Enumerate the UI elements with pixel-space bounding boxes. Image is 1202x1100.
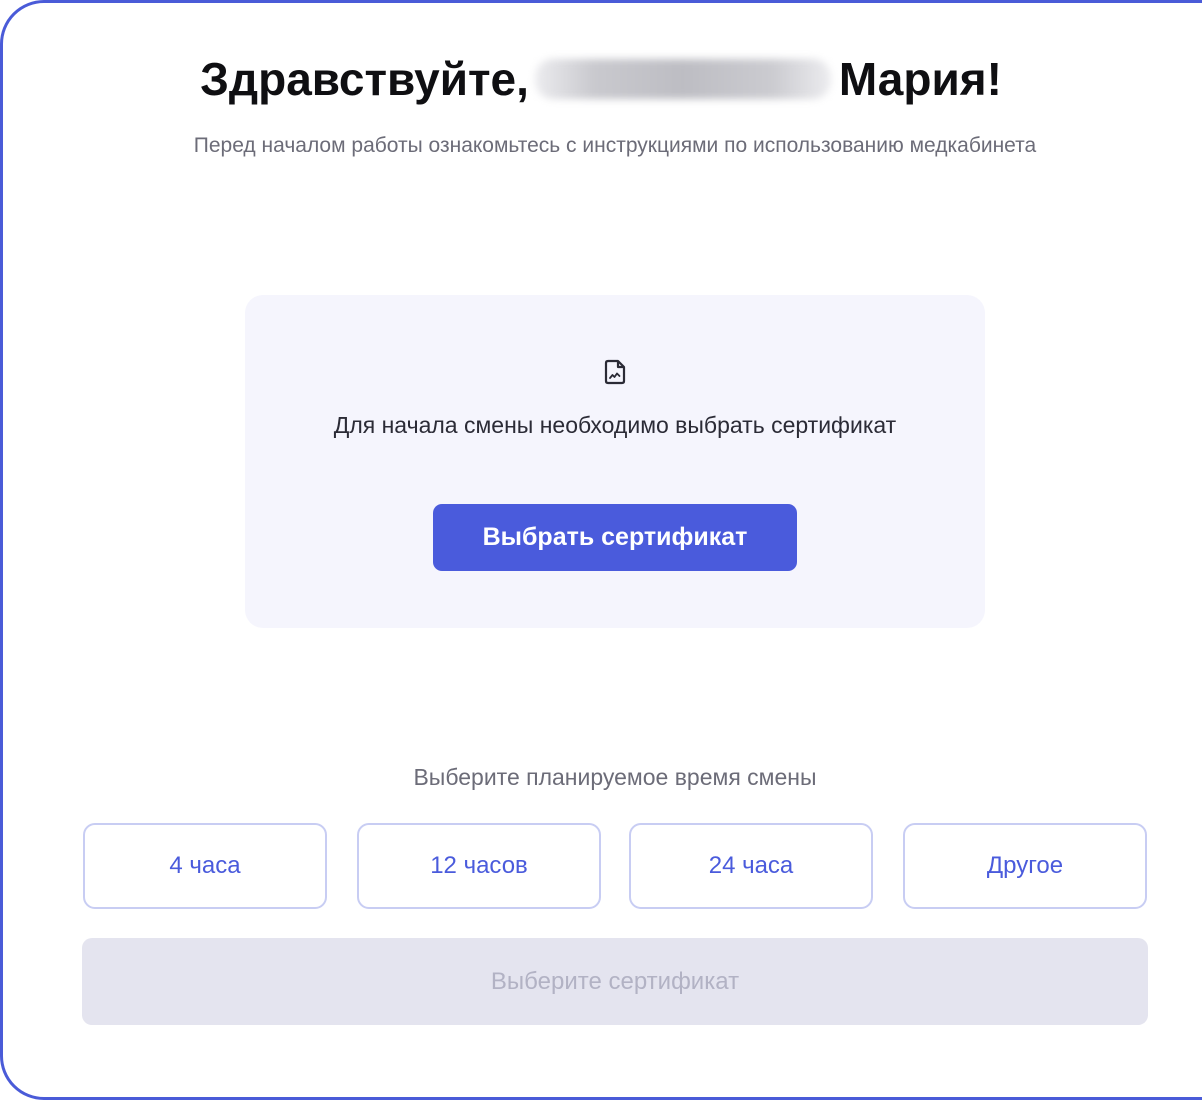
choose-certificate-button[interactable]: Выбрать сертификат: [433, 504, 797, 571]
select-certificate-submit-button[interactable]: Выберите сертификат: [82, 938, 1148, 1025]
page-subtitle: Перед началом работы ознакомьтесь с инст…: [193, 134, 1037, 157]
shift-option-other[interactable]: Другое: [903, 823, 1147, 909]
redacted-surname: [534, 59, 831, 99]
certificate-message: Для начала смены необходимо выбрать серт…: [333, 412, 897, 438]
greeting-name: Мария!: [838, 53, 1002, 105]
greeting-prefix: Здравствуйте,: [200, 53, 529, 105]
shift-option-24-hours[interactable]: 24 часа: [629, 823, 873, 909]
shift-option-12-hours[interactable]: 12 часов: [357, 823, 601, 909]
page-title: Здравствуйте, Мария!: [0, 52, 1202, 107]
shift-time-label: Выберите планируемое время смены: [413, 764, 817, 790]
shift-option-4-hours[interactable]: 4 часа: [83, 823, 327, 909]
certificate-card: Для начала смены необходимо выбрать серт…: [245, 295, 985, 628]
document-signature-icon: [604, 359, 626, 385]
